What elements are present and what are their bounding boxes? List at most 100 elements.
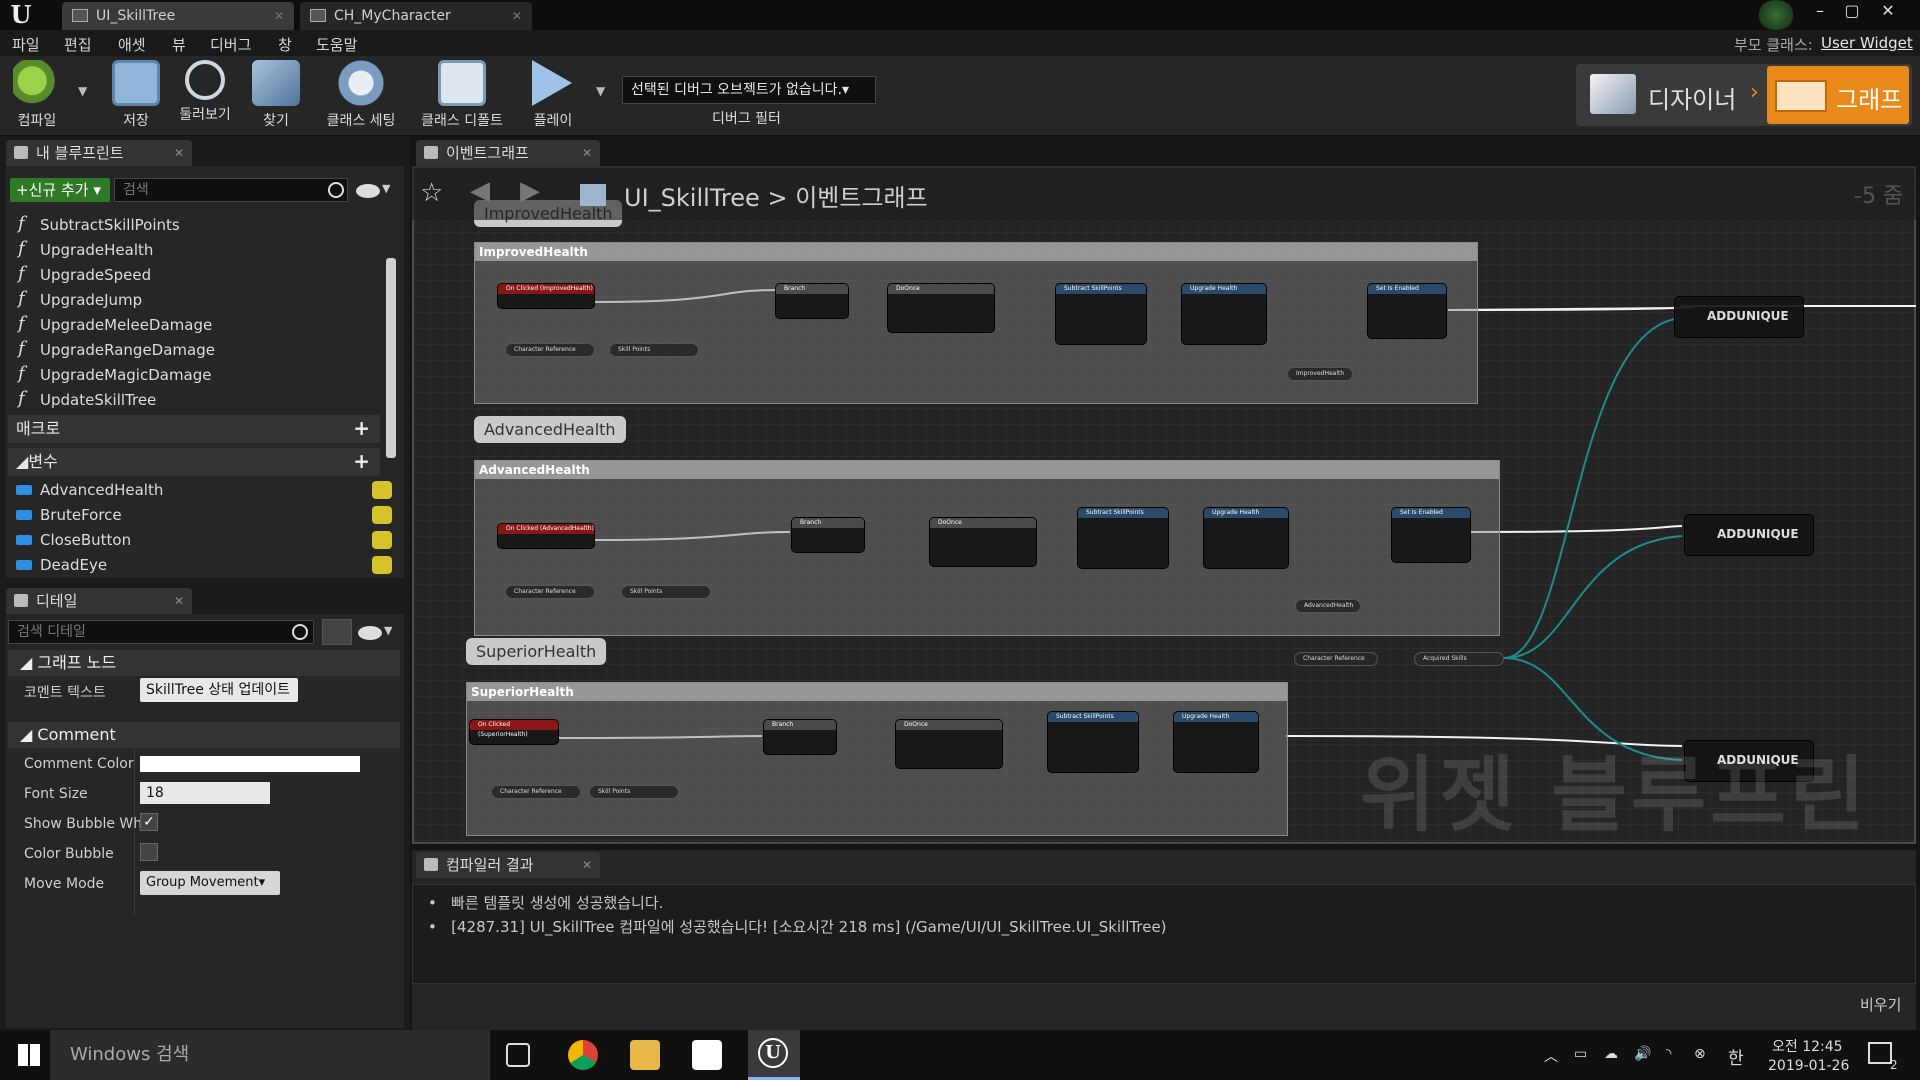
- chevron-down-icon[interactable]: ▼: [382, 182, 390, 195]
- play-button[interactable]: 플레이: [522, 60, 584, 132]
- menu-file[interactable]: 파일: [12, 34, 40, 55]
- function-item[interactable]: f UpgradeHealth: [14, 238, 153, 262]
- close-icon[interactable]: ✕: [274, 2, 284, 30]
- comment-category[interactable]: ◢ Comment: [8, 722, 400, 748]
- color-bubble-checkbox[interactable]: [140, 843, 158, 861]
- compile-options-chevron-icon[interactable]: ▼: [78, 84, 87, 98]
- parent-class-link[interactable]: User Widget: [1821, 34, 1913, 52]
- function-item[interactable]: f UpgradeMeleeDamage: [14, 313, 212, 337]
- menu-view[interactable]: 뷰: [172, 34, 186, 55]
- graph-node-category[interactable]: ◢ 그래프 노드: [8, 650, 400, 676]
- function-item[interactable]: f UpdateSkillTree: [14, 388, 156, 412]
- comment-text-field[interactable]: SkillTree 상태 업데이트: [140, 678, 298, 702]
- add-unique-node[interactable]: ADDUNIQUE: [1684, 514, 1814, 556]
- add-new-button[interactable]: +신규 추가 ▾: [10, 178, 110, 202]
- visibility-eye-icon[interactable]: [372, 481, 392, 499]
- blueprint-scrollbar[interactable]: [386, 258, 396, 458]
- maximize-button[interactable]: ▢: [1836, 0, 1868, 24]
- skill-points-node[interactable]: Skill Points: [609, 343, 699, 357]
- menu-help[interactable]: 도움말: [316, 34, 357, 55]
- eye-icon[interactable]: [358, 626, 382, 640]
- close-icon[interactable]: ✕: [174, 588, 184, 614]
- details-tab[interactable]: 디테일 ✕: [6, 588, 192, 614]
- function-item[interactable]: f UpgradeSpeed: [14, 263, 151, 287]
- details-search-input[interactable]: 검색 디테일: [8, 620, 314, 644]
- do-once-node[interactable]: DoOnce: [929, 517, 1037, 567]
- function-item[interactable]: f UpgradeRangeDamage: [14, 338, 215, 362]
- volume-icon[interactable]: 🔊: [1634, 1046, 1651, 1062]
- debug-object-select[interactable]: 선택된 디버그 오브젝트가 없습니다.▾: [622, 76, 876, 104]
- my-blueprint-tab[interactable]: 내 블루프린트 ✕: [6, 140, 192, 166]
- clear-button[interactable]: 비우기: [1860, 994, 1901, 1015]
- windows-start-icon[interactable]: [18, 1044, 40, 1066]
- comment-box-superior-health[interactable]: SuperiorHealth On Clicked (SuperiorHealt…: [466, 682, 1288, 836]
- comment-bubble[interactable]: SuperiorHealth: [466, 638, 607, 665]
- event-node[interactable]: On Clicked (AdvancedHealth): [497, 523, 595, 549]
- browse-button[interactable]: 둘러보기: [172, 60, 238, 132]
- eye-icon[interactable]: [356, 184, 380, 198]
- close-window-button[interactable]: ✕: [1872, 0, 1904, 24]
- battery-icon[interactable]: ▭: [1574, 1046, 1587, 1062]
- font-size-field[interactable]: 18: [140, 782, 270, 804]
- clock-date[interactable]: 2019-01-26: [1768, 1058, 1849, 1074]
- search-icon[interactable]: [328, 182, 344, 198]
- visibility-eye-icon[interactable]: [372, 531, 392, 549]
- unreal-logo-icon[interactable]: U: [6, 2, 36, 28]
- add-unique-node[interactable]: ADDUNIQUE: [1674, 296, 1804, 338]
- show-bubble-checkbox[interactable]: ✓: [140, 813, 158, 831]
- minimize-button[interactable]: –: [1804, 0, 1836, 24]
- branch-node[interactable]: Branch: [775, 283, 849, 319]
- network-off-icon[interactable]: ⊗: [1694, 1046, 1706, 1062]
- action-center-icon[interactable]: [1868, 1042, 1892, 1064]
- variables-section-header[interactable]: ◢변수 +: [8, 448, 380, 476]
- variable-get-node[interactable]: ImprovedHealth: [1287, 367, 1353, 381]
- do-once-node[interactable]: DoOnce: [895, 719, 1003, 769]
- skill-points-node[interactable]: Skill Points: [589, 785, 679, 799]
- clock-time[interactable]: 오전 12:45: [1772, 1036, 1843, 1056]
- compiler-results-tab[interactable]: 컴파일러 결과 ✕: [416, 852, 600, 878]
- upgrade-health-node[interactable]: Upgrade Health: [1181, 283, 1267, 345]
- notification-icon[interactable]: [1757, 0, 1795, 30]
- forward-arrow-icon[interactable]: ▶: [520, 176, 540, 206]
- close-icon[interactable]: ✕: [582, 852, 592, 878]
- play-options-chevron-icon[interactable]: ▼: [596, 84, 605, 98]
- subtract-skillpoints-node[interactable]: Subtract SkillPoints: [1055, 283, 1147, 345]
- comment-color-swatch[interactable]: [140, 756, 360, 772]
- chevron-up-icon[interactable]: ︿: [1544, 1046, 1558, 1066]
- grid-view-icon[interactable]: [322, 619, 352, 645]
- variable-item[interactable]: BruteForce: [14, 503, 392, 527]
- macros-section-header[interactable]: 매크로 +: [8, 415, 380, 443]
- back-arrow-icon[interactable]: ◀: [470, 176, 490, 206]
- tab-ui-skilltree[interactable]: UI_SkillTree ✕: [62, 2, 294, 30]
- tab-ch-mycharacter[interactable]: CH_MyCharacter ✕: [300, 2, 532, 30]
- branch-node[interactable]: Branch: [763, 719, 837, 755]
- class-settings-button[interactable]: 클래스 세팅: [318, 60, 404, 132]
- ime-indicator[interactable]: 한: [1728, 1044, 1744, 1069]
- variable-item[interactable]: CloseButton: [14, 528, 392, 552]
- close-icon[interactable]: ✕: [582, 140, 592, 166]
- menu-window[interactable]: 창: [278, 34, 292, 55]
- menu-edit[interactable]: 편집: [64, 34, 92, 55]
- set-is-enabled-node[interactable]: Set Is Enabled: [1391, 507, 1471, 563]
- comment-box-improved-health[interactable]: ImprovedHealth On Clicked (ImprovedHealt…: [474, 242, 1478, 404]
- add-variable-plus-icon[interactable]: +: [353, 450, 370, 472]
- subtract-skillpoints-node[interactable]: Subtract SkillPoints: [1047, 711, 1139, 773]
- branch-node[interactable]: Branch: [791, 517, 865, 553]
- star-icon[interactable]: ☆: [420, 178, 443, 208]
- function-item[interactable]: f UpgradeMagicDamage: [14, 363, 212, 387]
- find-button[interactable]: 찾기: [248, 60, 304, 132]
- event-node[interactable]: On Clicked (SuperiorHealth): [469, 719, 559, 745]
- menu-debug[interactable]: 디버그: [210, 34, 251, 55]
- class-defaults-button[interactable]: 클래스 디폴트: [414, 60, 510, 132]
- move-mode-dropdown[interactable]: Group Movement▾: [140, 871, 280, 895]
- acquired-skills-node[interactable]: Acquired Skills: [1414, 652, 1504, 666]
- skill-points-node[interactable]: Skill Points: [621, 585, 711, 599]
- character-ref-node[interactable]: Character Reference: [505, 343, 595, 357]
- collapse-arrow-icon[interactable]: ◢: [20, 653, 37, 672]
- set-is-enabled-node[interactable]: Set Is Enabled: [1367, 283, 1447, 339]
- comment-bubble[interactable]: AdvancedHealth: [474, 416, 626, 443]
- cloud-icon[interactable]: ☁: [1604, 1046, 1618, 1062]
- wifi-icon[interactable]: ◝: [1666, 1046, 1671, 1062]
- add-macro-plus-icon[interactable]: +: [353, 417, 370, 439]
- character-ref-node[interactable]: Character Reference: [505, 585, 595, 599]
